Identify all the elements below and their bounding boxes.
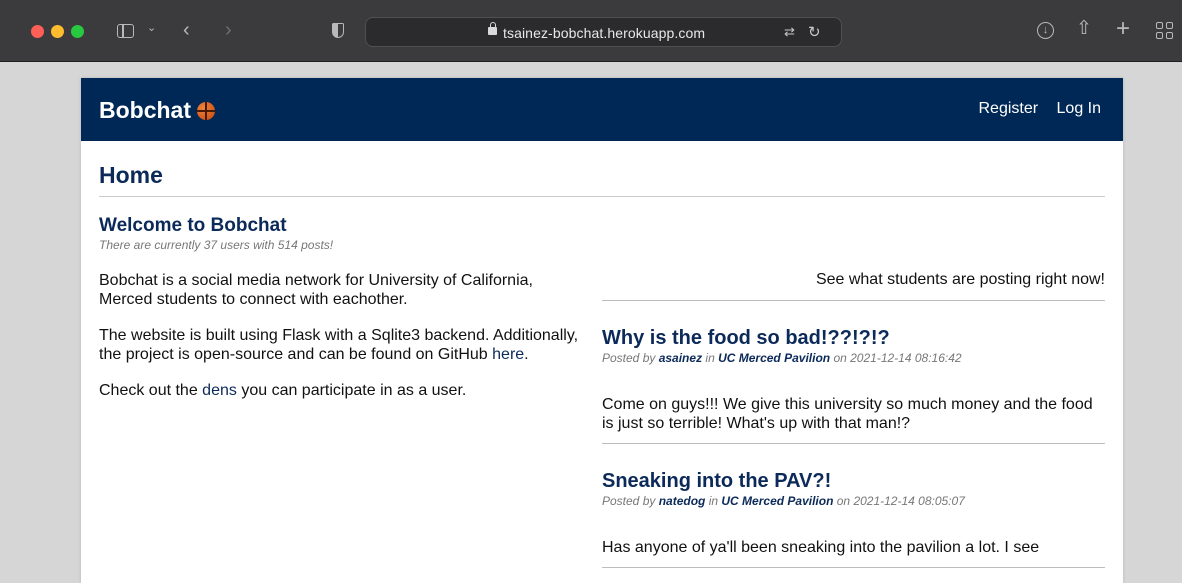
site-navbar: Bobchat Register Log In <box>81 78 1123 141</box>
about-p2-suffix: . <box>524 346 529 363</box>
posted-by-label: Posted by <box>602 494 659 508</box>
register-link[interactable]: Register <box>978 100 1038 117</box>
post-title-link[interactable]: Why is the food so bad!??!?!? <box>602 327 1105 350</box>
minimize-window-button[interactable] <box>51 25 64 38</box>
post-date: 2021-12-14 08:16:42 <box>850 351 962 365</box>
post-feed: See what students are posting right now!… <box>602 271 1105 568</box>
web-page: Bobchat Register Log In Home Welcome to … <box>81 78 1123 583</box>
welcome-heading: Welcome to Bobchat <box>99 215 287 236</box>
in-label: in <box>705 494 722 508</box>
browser-toolbar: ⌄ ‹ › tsainez-bobchat.herokuapp.com ⇄ ↻ … <box>0 0 1182 62</box>
post-date: 2021-12-14 08:05:07 <box>853 494 965 508</box>
post-meta: Posted by asainez in UC Merced Pavilion … <box>602 351 1105 365</box>
tab-overview-icon[interactable] <box>1156 22 1174 40</box>
share-icon[interactable]: ⇧ <box>1076 19 1092 38</box>
address-bar-url[interactable]: tsainez-bobchat.herokuapp.com <box>503 25 705 41</box>
post-author-link[interactable]: natedog <box>659 494 706 508</box>
main-content: Home Welcome to Bobchat There are curren… <box>81 162 1123 568</box>
privacy-shield-icon[interactable] <box>332 23 344 38</box>
chevron-down-icon[interactable]: ⌄ <box>147 23 156 34</box>
translate-icon[interactable]: ⇄ <box>784 24 795 40</box>
post-item: Sneaking into the PAV?! Posted by natedo… <box>602 444 1105 568</box>
in-label: in <box>702 351 719 365</box>
zoom-window-button[interactable] <box>71 25 84 38</box>
reload-icon[interactable]: ↻ <box>808 23 821 41</box>
about-section: Bobchat is a social media network for Un… <box>99 271 589 568</box>
nav-links: Register Log In <box>964 100 1101 118</box>
basketball-icon <box>197 102 215 120</box>
forward-arrow-icon[interactable]: › <box>225 20 232 40</box>
lock-icon <box>488 22 497 35</box>
site-brand[interactable]: Bobchat <box>99 97 215 124</box>
site-stats: There are currently 37 users with 514 po… <box>99 238 334 252</box>
post-den-link[interactable]: UC Merced Pavilion <box>718 351 830 365</box>
about-paragraph-2: The website is built using Flask with a … <box>99 326 589 364</box>
page-title: Home <box>99 162 1105 197</box>
feed-teaser: See what students are posting right now! <box>602 271 1105 301</box>
post-title-link[interactable]: Sneaking into the PAV?! <box>602 470 1105 493</box>
about-p3-suffix: you can participate in as a user. <box>236 382 467 399</box>
back-arrow-icon[interactable]: ‹ <box>183 20 190 40</box>
about-paragraph-1: Bobchat is a social media network for Un… <box>99 272 533 308</box>
address-bar[interactable]: tsainez-bobchat.herokuapp.com ⇄ ↻ <box>365 17 842 47</box>
new-tab-icon[interactable]: + <box>1116 17 1130 41</box>
github-here-link[interactable]: here <box>492 346 524 363</box>
post-item: Why is the food so bad!??!?!? Posted by … <box>602 301 1105 444</box>
post-meta: Posted by natedog in UC Merced Pavilion … <box>602 494 1105 508</box>
content-columns: Bobchat is a social media network for Un… <box>99 271 1105 568</box>
login-link[interactable]: Log In <box>1057 100 1101 117</box>
post-author-link[interactable]: asainez <box>659 351 702 365</box>
about-paragraph-3: Check out the dens you can participate i… <box>99 381 589 400</box>
sidebar-toggle-icon[interactable] <box>117 24 134 38</box>
posted-by-label: Posted by <box>602 351 659 365</box>
post-body: Come on guys!!! We give this university … <box>602 396 1093 432</box>
download-icon[interactable]: ↓ <box>1037 22 1054 39</box>
on-label: on <box>830 351 851 365</box>
about-p3-text: Check out the <box>99 382 203 399</box>
close-window-button[interactable] <box>31 25 44 38</box>
post-body: Has anyone of ya'll been sneaking into t… <box>602 539 1040 556</box>
post-den-link[interactable]: UC Merced Pavilion <box>721 494 833 508</box>
brand-name[interactable]: Bobchat <box>99 97 191 123</box>
dens-link[interactable]: dens <box>202 382 237 399</box>
on-label: on <box>833 494 854 508</box>
